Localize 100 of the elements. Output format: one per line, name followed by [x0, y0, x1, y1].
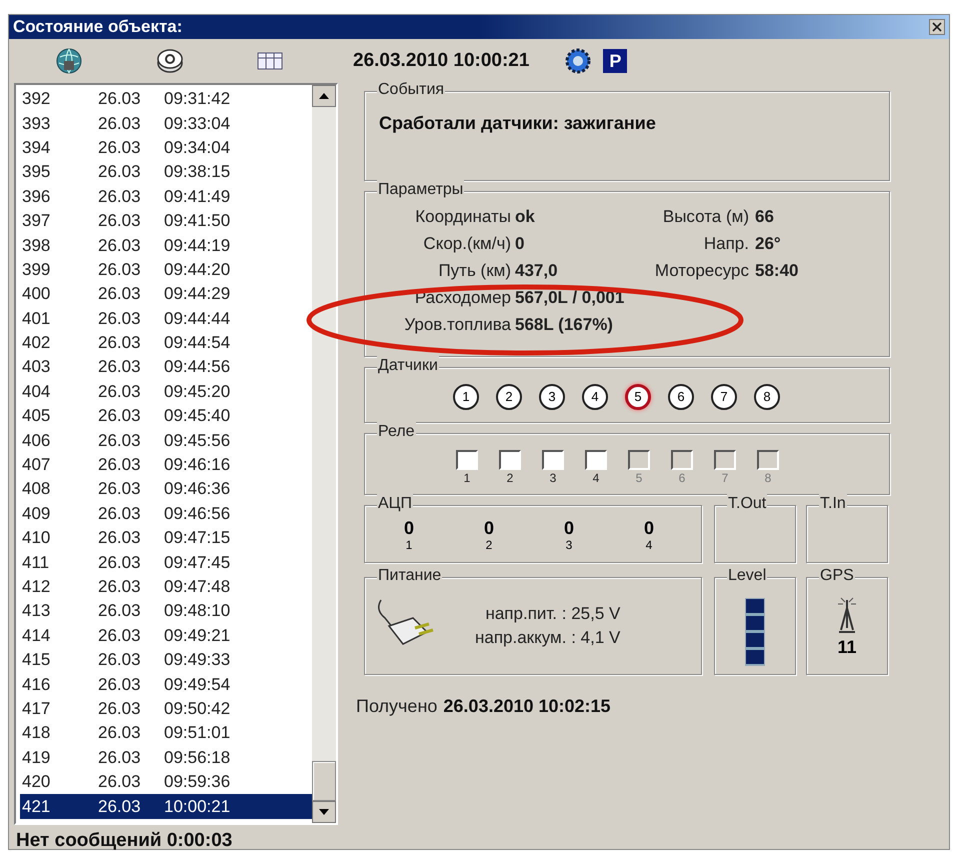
gear-icon[interactable]: [565, 48, 592, 74]
row-date: 26.03: [98, 284, 142, 304]
list-row[interactable]: 415 26.03 09:49:33: [20, 648, 312, 672]
row-time: 09:46:16: [164, 455, 230, 476]
relay-number: 2: [506, 470, 514, 486]
row-date: 26.03: [98, 479, 142, 500]
row-number: 406: [21, 430, 52, 451]
relay-number: 4: [592, 470, 600, 486]
scroll-thumb[interactable]: [312, 761, 336, 801]
relay-number: 5: [636, 470, 642, 486]
row-date: 26.03: [98, 796, 142, 817]
list-row[interactable]: 421 26.03 10:00:21: [20, 794, 312, 819]
row-date: 26.03: [98, 528, 142, 548]
list-row[interactable]: 396 26.03 09:41:49: [20, 184, 312, 209]
row-date: 26.03: [98, 455, 142, 476]
list-row[interactable]: 410 26.03 09:47:15: [20, 526, 312, 550]
relay-checkbox[interactable]: [499, 450, 521, 470]
list-row[interactable]: 408 26.03 09:46:36: [20, 477, 312, 502]
row-date: 26.03: [98, 430, 142, 451]
row-number: 392: [21, 89, 52, 110]
parameter-value: 26°: [755, 233, 782, 255]
relay-checkbox[interactable]: [542, 450, 564, 470]
row-number: 413: [21, 601, 52, 622]
sensor-indicator: 7: [711, 384, 737, 410]
list-row[interactable]: 416 26.03 09:49:54: [20, 672, 312, 697]
list-row[interactable]: 407 26.03 09:46:16: [20, 452, 312, 478]
event-text: Сработали датчики: зажигание: [379, 112, 657, 135]
sensor-indicator: 1: [453, 384, 479, 410]
row-time: 09:45:20: [164, 382, 230, 402]
adc-value: 0: [644, 518, 654, 538]
adc-channel-number: 3: [566, 538, 572, 552]
list-row[interactable]: 395 26.03 09:38:15: [20, 160, 312, 185]
row-number: 402: [21, 333, 52, 354]
list-row[interactable]: 417 26.03 09:50:42: [20, 696, 312, 722]
row-date: 26.03: [98, 674, 142, 695]
scroll-up-icon[interactable]: [312, 85, 336, 107]
row-time: 09:49:21: [164, 626, 230, 646]
relay-checkbox[interactable]: [585, 450, 607, 470]
scroll-down-icon[interactable]: [312, 801, 336, 823]
list-row[interactable]: 419 26.03 09:56:18: [20, 746, 312, 770]
row-number: 409: [21, 504, 52, 524]
list-row[interactable]: 420 26.03 09:59:36: [20, 770, 312, 794]
list-row[interactable]: 402 26.03 09:44:54: [20, 330, 312, 356]
row-time: 09:44:54: [164, 333, 230, 354]
list-row[interactable]: 406 26.03 09:45:56: [20, 428, 312, 453]
list-row[interactable]: 394 26.03 09:34:04: [20, 136, 312, 160]
received-datetime: 26.03.2010 10:02:15: [443, 695, 611, 718]
list-row[interactable]: 411 26.03 09:47:45: [20, 550, 312, 575]
row-time: 09:46:36: [164, 479, 230, 500]
table-icon[interactable]: [256, 52, 283, 70]
list-row[interactable]: 398 26.03 09:44:19: [20, 233, 312, 258]
row-date: 26.03: [98, 114, 142, 134]
row-number: 419: [21, 748, 52, 768]
list-row[interactable]: 403 26.03 09:44:56: [20, 355, 312, 380]
list-row[interactable]: 405 26.03 09:45:40: [20, 404, 312, 428]
scrollbar[interactable]: [312, 85, 336, 823]
row-time: 09:45:56: [164, 430, 230, 451]
row-time: 09:49:33: [164, 650, 230, 670]
row-date: 26.03: [98, 236, 142, 256]
list-row[interactable]: 418 26.03 09:51:01: [20, 721, 312, 746]
list-row[interactable]: 409 26.03 09:46:56: [20, 502, 312, 526]
row-time: 09:44:19: [164, 236, 230, 256]
sensor-indicator: 8: [754, 384, 780, 410]
parameter-label: Скор.(км/ч): [422, 233, 512, 255]
globe-icon[interactable]: [55, 47, 84, 75]
adc-channel-number: 4: [646, 538, 652, 552]
row-time: 09:44:20: [164, 260, 230, 280]
close-icon[interactable]: [929, 19, 945, 35]
list-row[interactable]: 397 26.03 09:41:50: [20, 208, 312, 234]
list-row[interactable]: 400 26.03 09:44:29: [20, 282, 312, 307]
list-row[interactable]: 392 26.03 09:31:42: [20, 87, 312, 112]
group-title: АЦП: [377, 494, 414, 514]
row-number: 410: [21, 528, 52, 548]
row-time: 09:44:44: [164, 308, 230, 329]
row-time: 09:50:42: [164, 698, 230, 719]
relay-checkbox[interactable]: [456, 450, 478, 470]
row-date: 26.03: [98, 577, 142, 597]
list-row[interactable]: 404 26.03 09:45:20: [20, 380, 312, 404]
list-row[interactable]: 412 26.03 09:47:48: [20, 574, 312, 600]
row-time: 09:56:18: [164, 748, 230, 768]
list-row[interactable]: 413 26.03 09:48:10: [20, 599, 312, 624]
list-row[interactable]: 414 26.03 09:49:21: [20, 624, 312, 648]
list-row[interactable]: 401 26.03 09:44:44: [20, 306, 312, 331]
row-time: 09:46:56: [164, 504, 230, 524]
sensor-indicator: 3: [539, 384, 565, 410]
row-time: 09:31:42: [164, 89, 230, 110]
row-date: 26.03: [98, 601, 142, 622]
row-time: 09:47:15: [164, 528, 230, 548]
row-number: 414: [21, 626, 52, 646]
row-time: 09:49:54: [164, 674, 230, 695]
relay-number: 7: [722, 470, 728, 486]
relay-number: 1: [464, 470, 470, 486]
row-date: 26.03: [98, 382, 142, 402]
list-row[interactable]: 393 26.03 09:33:04: [20, 111, 312, 136]
row-time: 09:44:56: [164, 357, 230, 378]
relay-number: 8: [764, 470, 772, 486]
list-row[interactable]: 399 26.03 09:44:20: [20, 258, 312, 282]
row-time: 09:34:04: [164, 138, 230, 158]
row-number: 394: [21, 138, 52, 158]
row-date: 26.03: [98, 89, 142, 110]
